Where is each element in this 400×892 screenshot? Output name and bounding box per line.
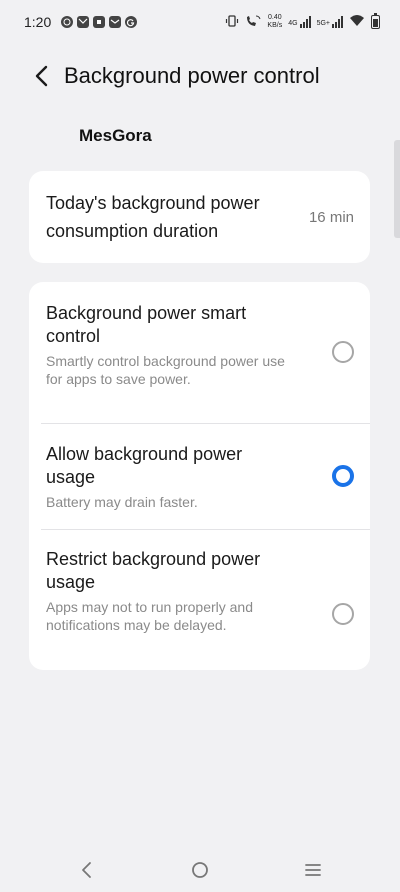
network-type-5g: 5G+ xyxy=(317,16,343,28)
status-time: 1:20 xyxy=(24,14,52,30)
consumption-label: Today's background power consumption dur… xyxy=(46,193,260,241)
net-speed-unit: KB/s xyxy=(267,22,283,29)
message-icon xyxy=(109,16,122,28)
status-bar: 1:20 0.40 KB/s 4G 5G+ xyxy=(0,0,400,44)
power-options-card: Background power smart control Smartly c… xyxy=(29,282,370,670)
vibrate-icon xyxy=(225,14,239,31)
app-icon xyxy=(93,16,106,28)
nav-back-button[interactable] xyxy=(72,855,102,885)
consumption-card: Today's background power consumption dur… xyxy=(29,171,370,263)
option-text: Restrict background power usage Apps may… xyxy=(46,548,286,634)
option-description: Smartly control background power use for… xyxy=(46,353,285,387)
nav-back-icon xyxy=(82,862,91,878)
wifi-icon xyxy=(349,14,365,30)
wifi-calling-icon xyxy=(245,14,261,31)
option-smart-control[interactable]: Background power smart control Smartly c… xyxy=(29,282,370,423)
option-title: Allow background power usage xyxy=(46,444,243,487)
app-name: MesGora xyxy=(79,126,152,145)
page-title: Background power control xyxy=(64,63,320,88)
nav-recent-button[interactable] xyxy=(298,855,328,885)
network-type-label: 4G xyxy=(288,20,298,27)
net-speed: 0.40 KB/s xyxy=(267,14,282,30)
back-button[interactable] xyxy=(22,56,62,96)
nav-home-icon xyxy=(192,862,208,878)
option-title: Restrict background power usage xyxy=(46,549,261,592)
status-right: 0.40 KB/s 4G 5G+ xyxy=(225,13,380,31)
google-icon xyxy=(125,16,138,28)
nav-home-button[interactable] xyxy=(185,855,215,885)
net-speed-value: 0.40 xyxy=(268,14,282,21)
status-left: 1:20 xyxy=(24,14,138,30)
allow-background-radio[interactable] xyxy=(332,465,354,487)
chevron-left-icon xyxy=(35,65,48,87)
consumption-value: 16 min xyxy=(308,208,354,226)
option-description: Battery may drain faster. xyxy=(46,494,198,510)
nav-recent-icon xyxy=(305,864,321,876)
option-description: Apps may not to run properly and notific… xyxy=(46,599,254,633)
network-type-label-2: 5G+ xyxy=(316,20,330,27)
header: Background power control xyxy=(0,56,400,96)
signal-icon xyxy=(299,16,311,28)
smart-control-radio[interactable] xyxy=(332,341,354,363)
option-text: Background power smart control Smartly c… xyxy=(46,302,286,388)
whatsapp-icon xyxy=(61,16,74,28)
gmail-icon xyxy=(77,16,90,28)
option-title: Background power smart control xyxy=(46,303,247,346)
navigation-bar xyxy=(0,848,400,892)
signal-icon-2 xyxy=(332,16,343,28)
option-allow-background[interactable]: Allow background power usage Battery may… xyxy=(29,423,370,529)
network-type-4g: 4G xyxy=(288,16,311,28)
option-restrict-background[interactable]: Restrict background power usage Apps may… xyxy=(29,529,370,670)
option-text: Allow background power usage Battery may… xyxy=(46,443,286,511)
battery-icon xyxy=(371,13,380,29)
scroll-indicator[interactable] xyxy=(394,140,400,238)
restrict-background-radio[interactable] xyxy=(332,603,354,625)
